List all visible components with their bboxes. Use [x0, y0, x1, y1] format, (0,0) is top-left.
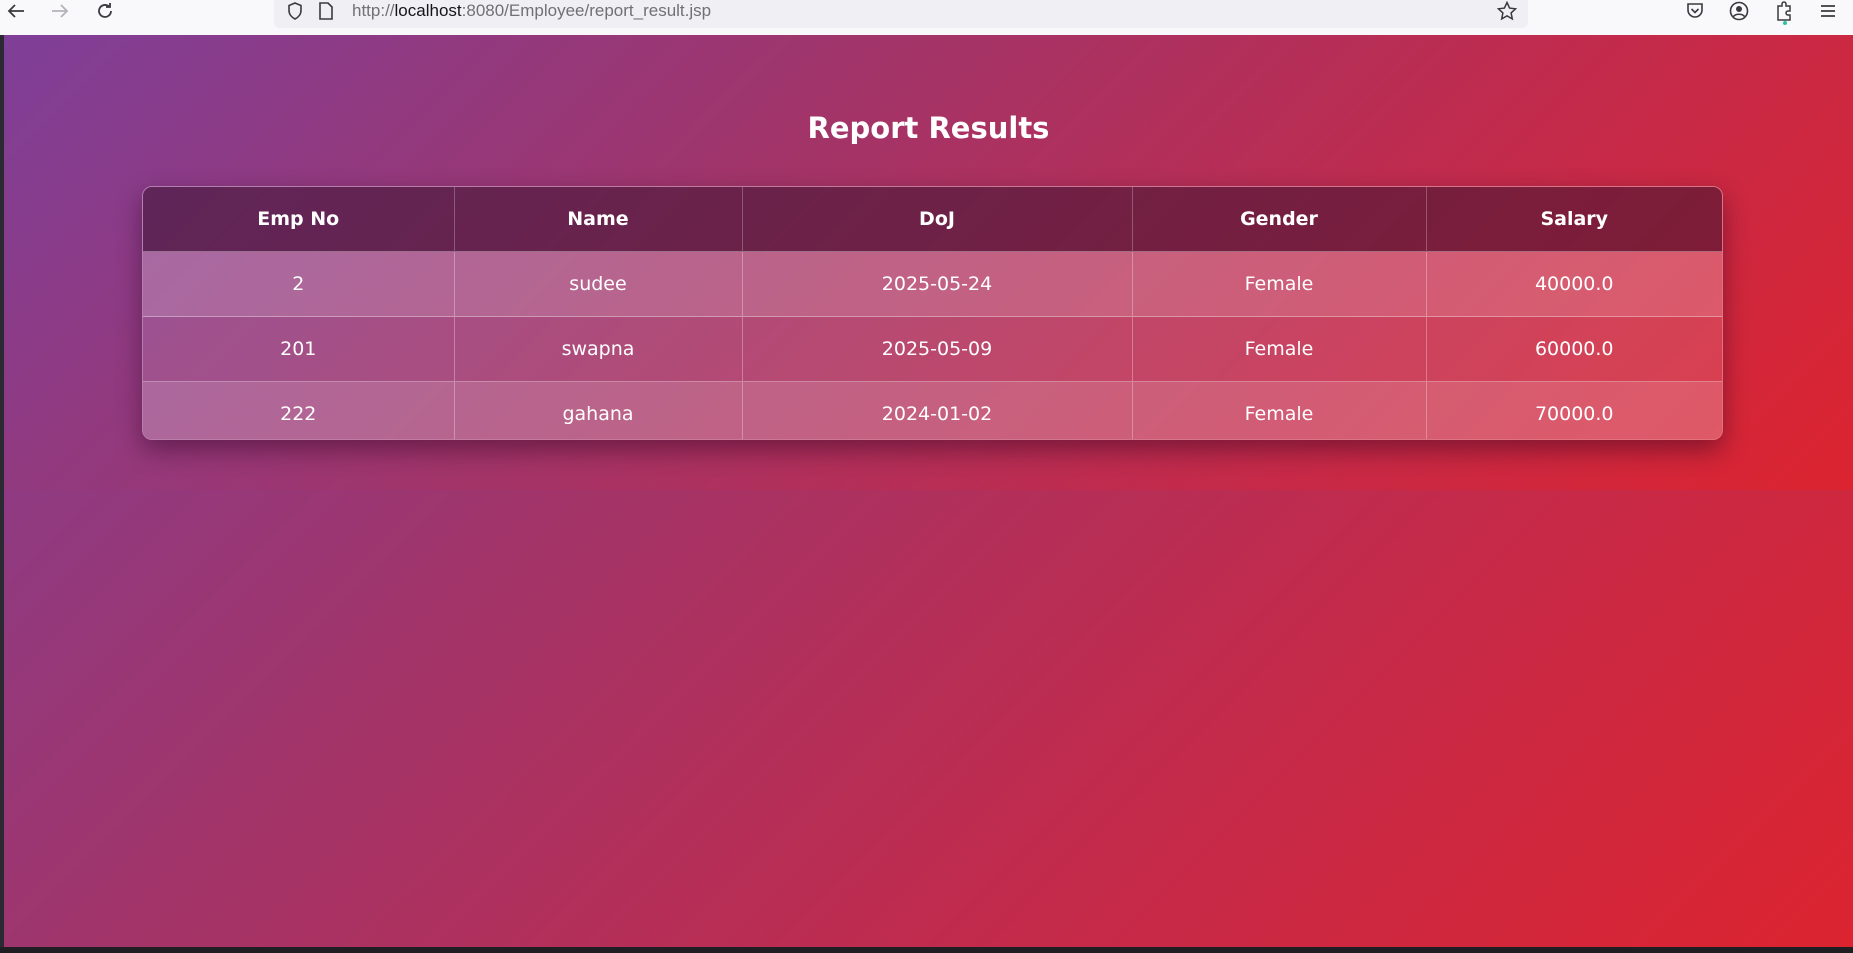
- back-icon[interactable]: [2, 0, 30, 22]
- cell-salary: 60000.0: [1426, 316, 1722, 382]
- header-doj: DoJ: [742, 187, 1133, 252]
- table-row: 222 gahana 2024-01-02 Female 70000.0: [143, 381, 1722, 439]
- cell-doj: 2025-05-24: [742, 251, 1133, 317]
- page-viewport: Report Results Emp No Name DoJ Gender Sa…: [4, 35, 1853, 947]
- report-table-container: Emp No Name DoJ Gender Salary 2 sudee 20…: [142, 186, 1723, 440]
- forward-icon[interactable]: [46, 0, 74, 22]
- cell-doj: 2024-01-02: [742, 381, 1133, 439]
- header-gender: Gender: [1132, 187, 1427, 252]
- cell-salary: 70000.0: [1426, 381, 1722, 439]
- cell-name: swapna: [454, 316, 743, 382]
- url-scheme: http://: [352, 1, 395, 20]
- cell-emp-no: 2: [143, 251, 455, 317]
- cell-doj: 2025-05-09: [742, 316, 1133, 382]
- cell-emp-no: 201: [143, 316, 455, 382]
- menu-icon[interactable]: [1815, 0, 1841, 22]
- header-emp-no: Emp No: [143, 187, 455, 252]
- url-host: localhost: [394, 1, 462, 20]
- cell-gender: Female: [1132, 251, 1427, 317]
- page-title: Report Results: [807, 111, 1050, 145]
- extensions-icon[interactable]: [1771, 0, 1797, 22]
- header-name: Name: [454, 187, 743, 252]
- cell-emp-no: 222: [143, 381, 455, 439]
- extension-badge-icon: [1783, 21, 1787, 25]
- pocket-icon[interactable]: [1682, 0, 1708, 22]
- url-bar[interactable]: http://localhost:8080/Employee/report_re…: [274, 0, 1528, 28]
- url-text[interactable]: http://localhost:8080/Employee/report_re…: [352, 1, 711, 21]
- page-body: Report Results Emp No Name DoJ Gender Sa…: [4, 35, 1853, 490]
- report-table: Emp No Name DoJ Gender Salary 2 sudee 20…: [143, 187, 1722, 439]
- cell-salary: 40000.0: [1426, 251, 1722, 317]
- browser-toolbar: http://localhost:8080/Employee/report_re…: [0, 0, 1853, 35]
- window-bottom-edge: [0, 947, 1853, 953]
- star-icon[interactable]: [1496, 0, 1518, 22]
- url-path: :8080/Employee/report_result.jsp: [461, 1, 712, 20]
- table-row: 2 sudee 2025-05-24 Female 40000.0: [143, 251, 1722, 317]
- cell-gender: Female: [1132, 316, 1427, 382]
- cell-gender: Female: [1132, 381, 1427, 439]
- table-header-row: Emp No Name DoJ Gender Salary: [143, 187, 1722, 252]
- reload-icon[interactable]: [91, 0, 119, 22]
- header-salary: Salary: [1426, 187, 1722, 252]
- account-icon[interactable]: [1726, 0, 1752, 22]
- cell-name: gahana: [454, 381, 743, 439]
- shield-icon[interactable]: [284, 0, 306, 22]
- cell-name: sudee: [454, 251, 743, 317]
- table-row: 201 swapna 2025-05-09 Female 60000.0: [143, 316, 1722, 382]
- page-icon[interactable]: [316, 0, 336, 22]
